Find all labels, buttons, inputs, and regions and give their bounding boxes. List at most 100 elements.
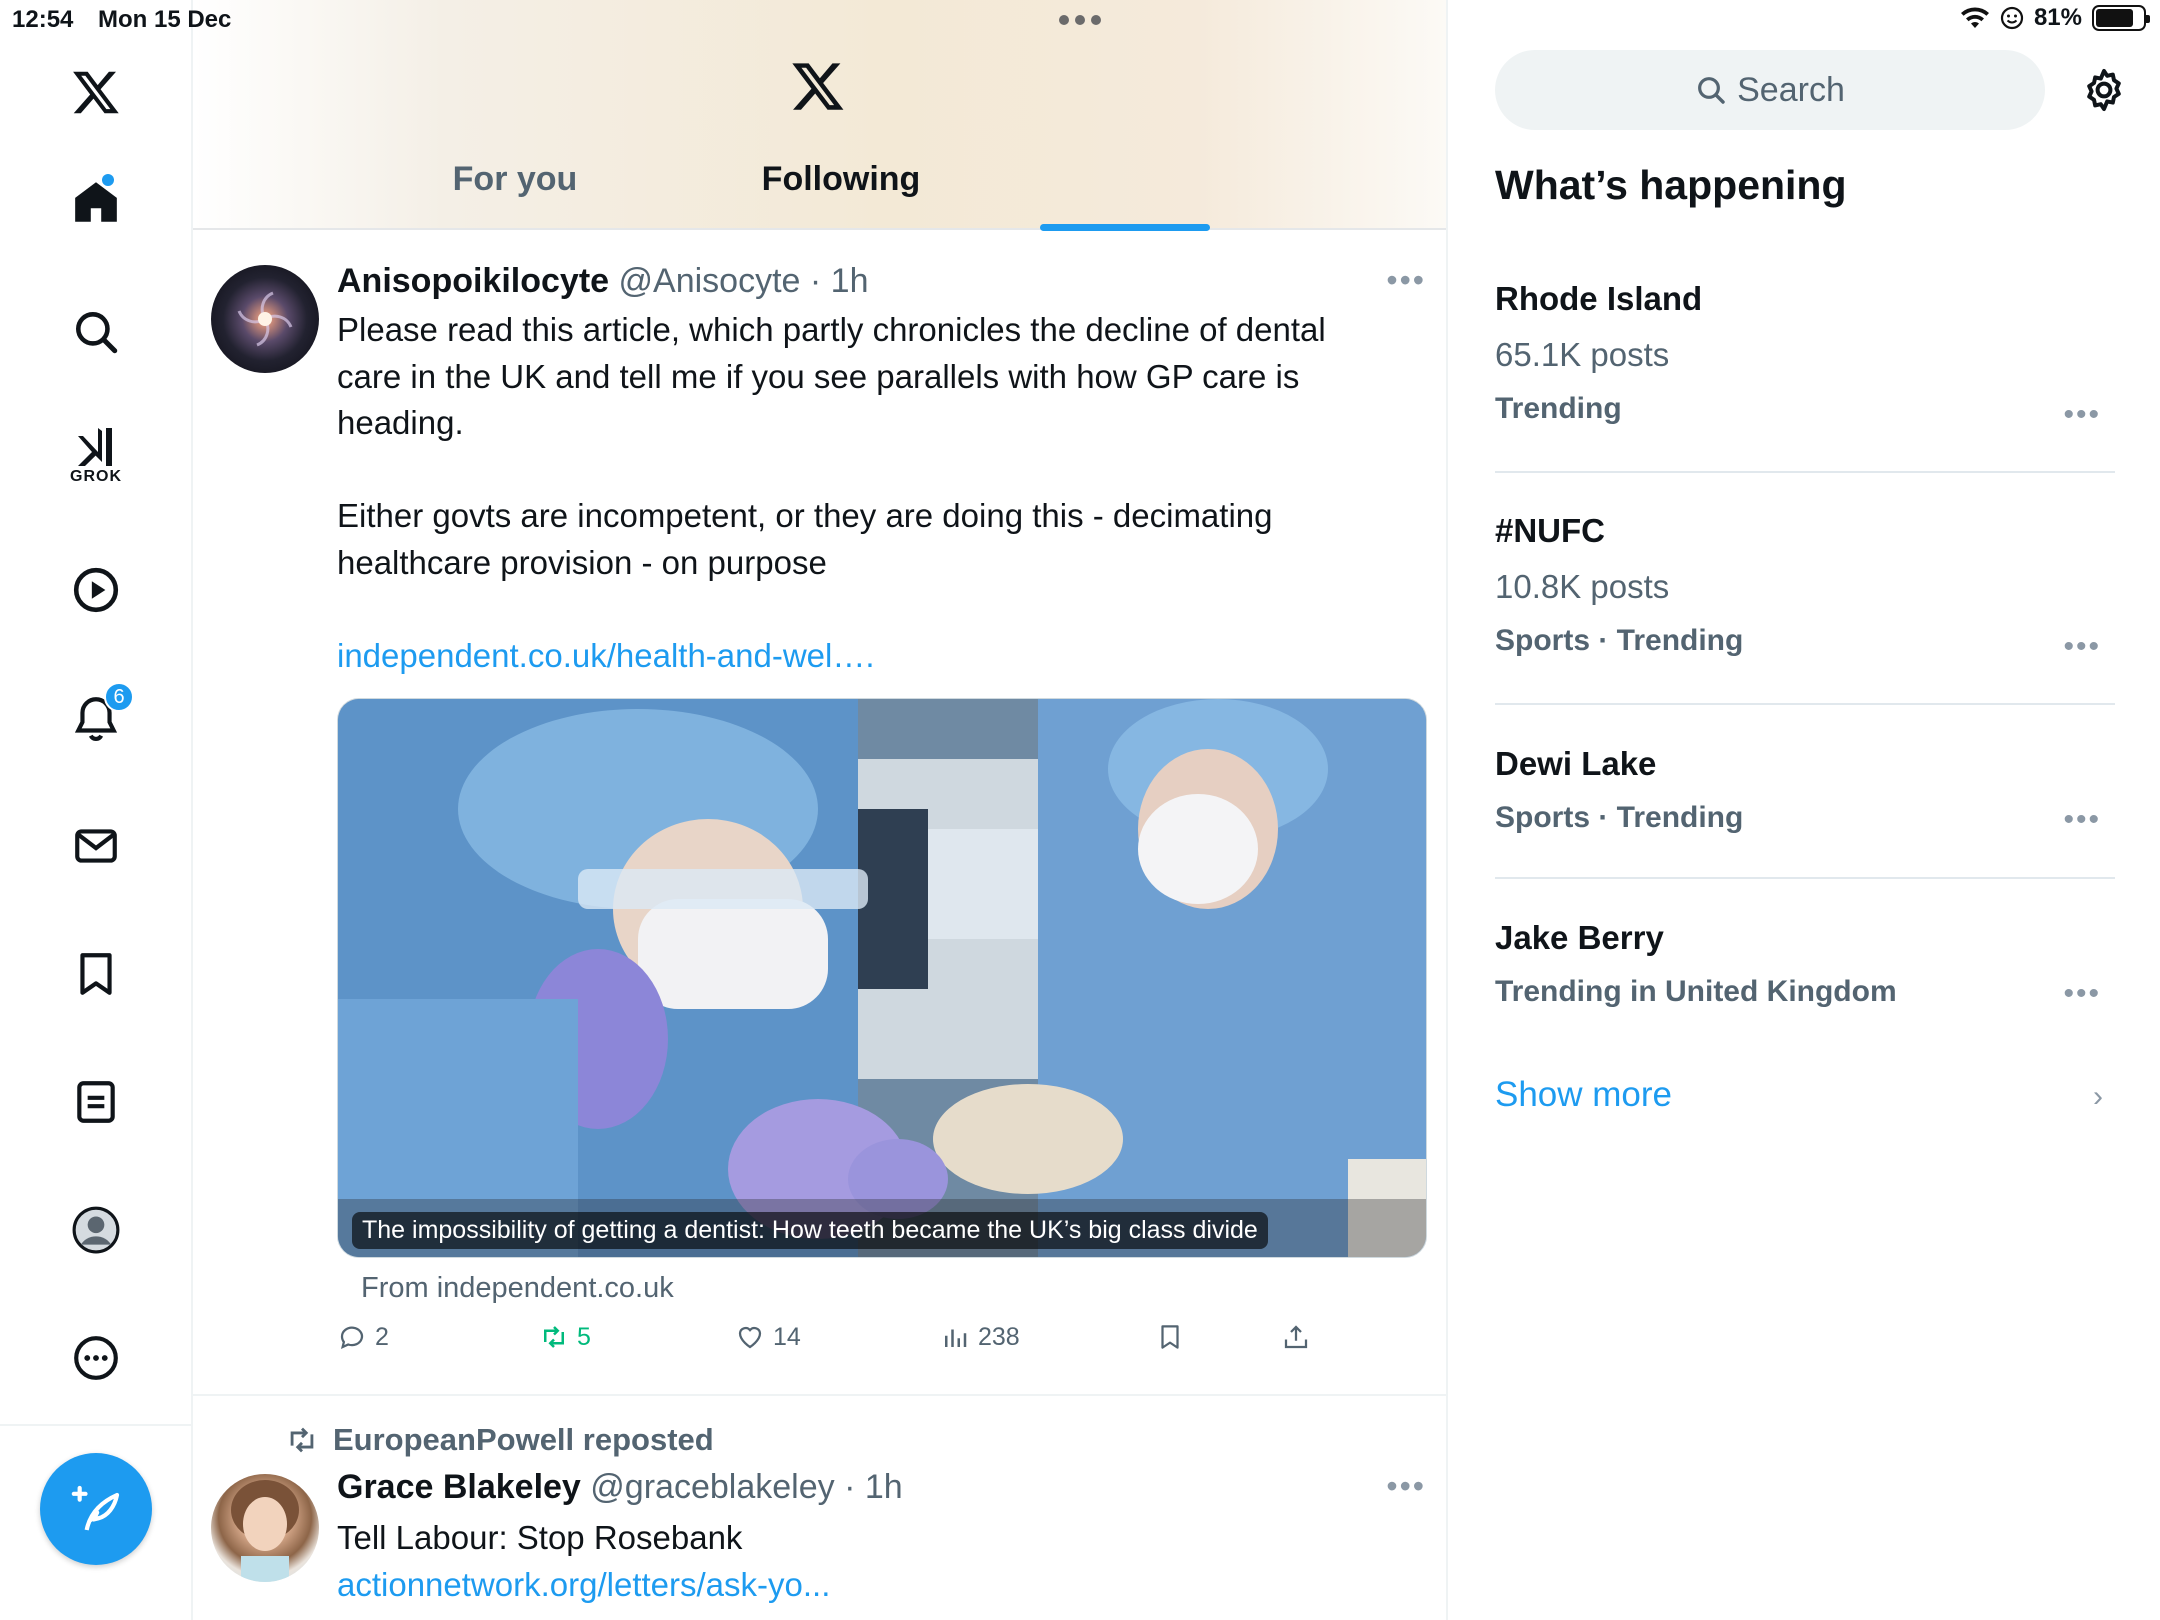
trend-item[interactable]: Rhode Island 65.1K posts Trending ••• [1495,280,2115,431]
trend-title: Jake Berry [1495,919,1664,956]
views-button[interactable]: 238 [940,1322,1020,1352]
home-icon [75,182,117,222]
status-indicators: 81% [1960,4,2150,32]
post-author-handle[interactable]: @graceblakeley [590,1468,834,1506]
nav-lists[interactable] [46,1062,146,1142]
search-input[interactable]: Search [1495,50,2045,130]
trend-title: Dewi Lake [1495,745,1657,782]
post-link[interactable]: actionnetwork.org/letters/ask-yo... [337,1562,1387,1609]
trend-more-icon[interactable]: ••• [2063,630,2101,664]
post-time: · 1h [844,1468,903,1506]
trend-category: Sports · Trending [1495,801,1744,834]
whats-happening-heading: What’s happening [1495,162,1847,208]
nav-home[interactable] [46,162,146,242]
profile-avatar-icon [72,1206,120,1254]
trend-item[interactable]: Jake Berry Trending in United Kingdom ••… [1495,919,2115,1011]
post-divider [193,1394,1446,1396]
post-text-line: heading. [337,404,464,441]
status-bar: 12:54 Mon 15 Dec 81% [0,0,2160,40]
nav-bookmarks[interactable] [46,934,146,1014]
battery-icon [2092,5,2150,31]
nav-video[interactable] [46,550,146,630]
status-date: Mon 15 Dec [98,6,232,33]
dentist-photo-illustration [338,699,1426,1257]
views-chart-icon [945,1329,967,1347]
tab-following[interactable]: Following [666,160,1016,199]
chevron-right-icon[interactable]: › [2093,1080,2103,1114]
nav-divider [0,1424,193,1426]
repost-button[interactable]: 5 [539,1322,591,1352]
like-count: 14 [773,1322,801,1351]
bookmark-icon [1161,1325,1179,1349]
x-logo-icon[interactable] [790,58,846,114]
status-time: 12:54 [12,6,74,33]
multitasking-dots-icon[interactable] [1059,15,1101,25]
link-card-caption: The impossibility of getting a dentist: … [352,1212,1268,1249]
post-avatar[interactable] [211,265,319,373]
galaxy-avatar-image [237,291,293,347]
post-link-card-image[interactable]: The impossibility of getting a dentist: … [337,698,1427,1258]
post-text-line: care in the UK and tell me if you see pa… [337,357,1300,395]
post-header: Anisopoikilocyte @Anisocyte · 1h [337,262,868,301]
grok-label: GROK [70,468,122,485]
tab-for-you[interactable]: For you [340,160,690,199]
grok-icon [78,428,112,466]
like-button[interactable]: 14 [735,1322,801,1352]
trend-more-icon[interactable]: ••• [2063,398,2101,432]
post-link[interactable]: independent.co.uk/health-and-wel…. [337,633,1387,680]
wifi-icon [1960,7,1989,28]
trend-divider [1495,877,2115,879]
post-text-line: Tell Labour: Stop Rosebank [337,1519,743,1556]
timeline: For you Following Anisopoikilocyte @Anis… [193,0,1448,1620]
mail-icon [75,829,117,863]
post-more-icon[interactable]: ••• [1386,1468,1426,1505]
bookmark-button[interactable] [1155,1322,1185,1352]
reply-count: 2 [375,1322,389,1351]
nav-grok[interactable]: GROK [46,410,146,510]
compose-feather-icon [71,1485,120,1531]
nav-notifications[interactable]: 6 [46,678,146,758]
repost-context[interactable]: EuropeanPowell reposted [285,1422,714,1458]
compose-post-button[interactable] [40,1453,152,1565]
trend-item[interactable]: #NUFC 10.8K posts Sports · Trending ••• [1495,512,2115,663]
repost-icon [290,1427,314,1453]
link-card-source[interactable]: From independent.co.uk [361,1272,674,1305]
post-more-icon[interactable]: ••• [1386,262,1426,299]
nav-explore[interactable] [46,292,146,372]
post-author-name[interactable]: Anisopoikilocyte [337,262,609,300]
repost-count: 5 [577,1322,591,1351]
search-icon [1698,77,1725,104]
trend-post-count: 10.8K posts [1495,568,1670,605]
nav-messages[interactable] [46,806,146,886]
more-circle-icon [74,1336,118,1380]
focus-icon [2000,6,2024,30]
nav-profile[interactable] [46,1190,146,1270]
post-author-handle[interactable]: @Anisocyte [619,262,801,300]
trend-category: Trending in United Kingdom [1495,975,1897,1008]
post-header: Grace Blakeley @graceblakeley · 1h [337,1468,903,1507]
post-avatar[interactable] [211,1474,319,1582]
trend-more-icon[interactable]: ••• [2063,803,2101,837]
battery-level [2096,9,2134,27]
trend-divider [1495,703,2115,705]
active-tab-indicator [1040,224,1210,231]
share-button[interactable] [1281,1322,1311,1352]
gear-icon[interactable] [2080,66,2128,114]
reply-button[interactable]: 2 [337,1322,389,1352]
show-more-link[interactable]: Show more [1495,1075,1672,1115]
left-nav: GROK 6 [0,0,193,1620]
x-logo-icon[interactable] [46,52,146,132]
trend-title: Rhode Island [1495,280,1703,317]
notifications-badge: 6 [104,682,134,712]
trend-more-icon[interactable]: ••• [2063,977,2101,1011]
trend-category: Sports · Trending [1495,624,1744,657]
heart-icon [738,1326,762,1349]
nav-more[interactable] [46,1318,146,1398]
battery-percent: 81% [2033,4,2082,31]
search-placeholder: Search [1737,70,1845,109]
view-count: 238 [978,1322,1020,1351]
trend-divider [1495,471,2115,473]
post-author-name[interactable]: Grace Blakeley [337,1468,581,1506]
trend-item[interactable]: Dewi Lake Sports · Trending ••• [1495,745,2115,837]
search-icon [76,312,118,354]
